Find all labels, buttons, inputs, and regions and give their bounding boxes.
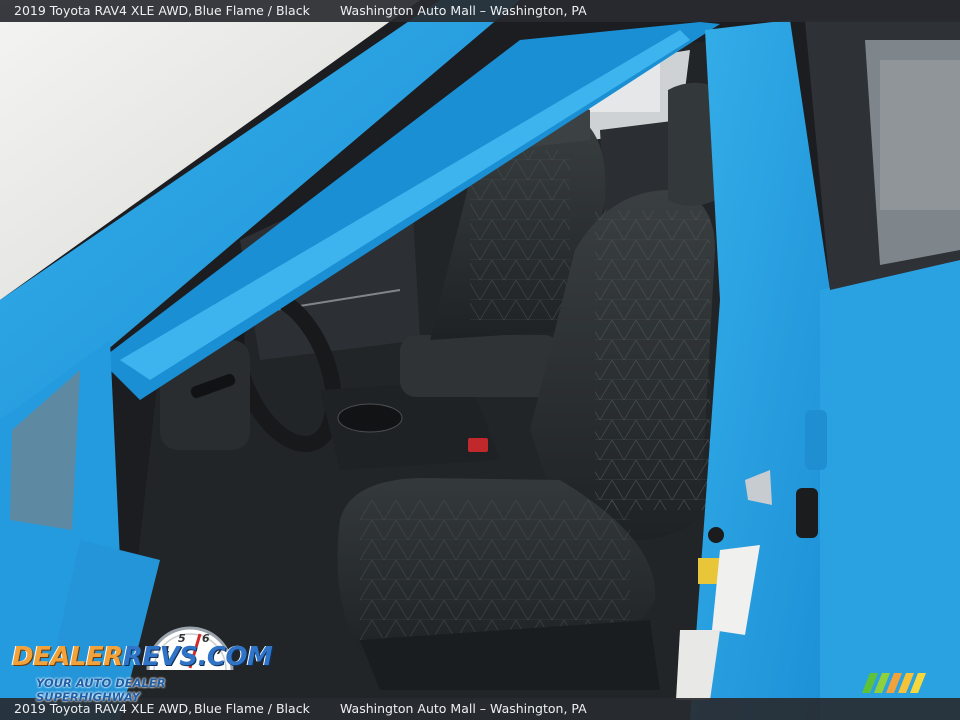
- brand-part-dealer: DEALER: [12, 642, 123, 672]
- watermark-brand: DEALERREVS.COM: [12, 642, 273, 672]
- dealer-name: Washington Auto Mall – Washington, PA: [340, 701, 587, 716]
- caption-bar-top: 2019 Toyota RAV4 XLE AWD, Blue Flame / B…: [0, 0, 960, 22]
- watermark-tagline: YOUR AUTO DEALER SUPERHIGHWAY: [36, 676, 166, 704]
- brand-part-com: .COM: [197, 642, 273, 672]
- car-interior-photo: [0, 0, 960, 720]
- stripes-logo-icon: [862, 673, 926, 693]
- vehicle-title: 2019 Toyota RAV4 XLE AWD,: [14, 3, 193, 18]
- dealer-name: Washington Auto Mall – Washington, PA: [340, 3, 587, 18]
- dealerrevs-watermark-logo: 4 5 6 7 DEALERREVS.COM YOUR AUTO DEALER …: [12, 626, 273, 704]
- brand-part-revs: REVS: [122, 642, 198, 672]
- vehicle-colors: Blue Flame / Black: [194, 3, 310, 18]
